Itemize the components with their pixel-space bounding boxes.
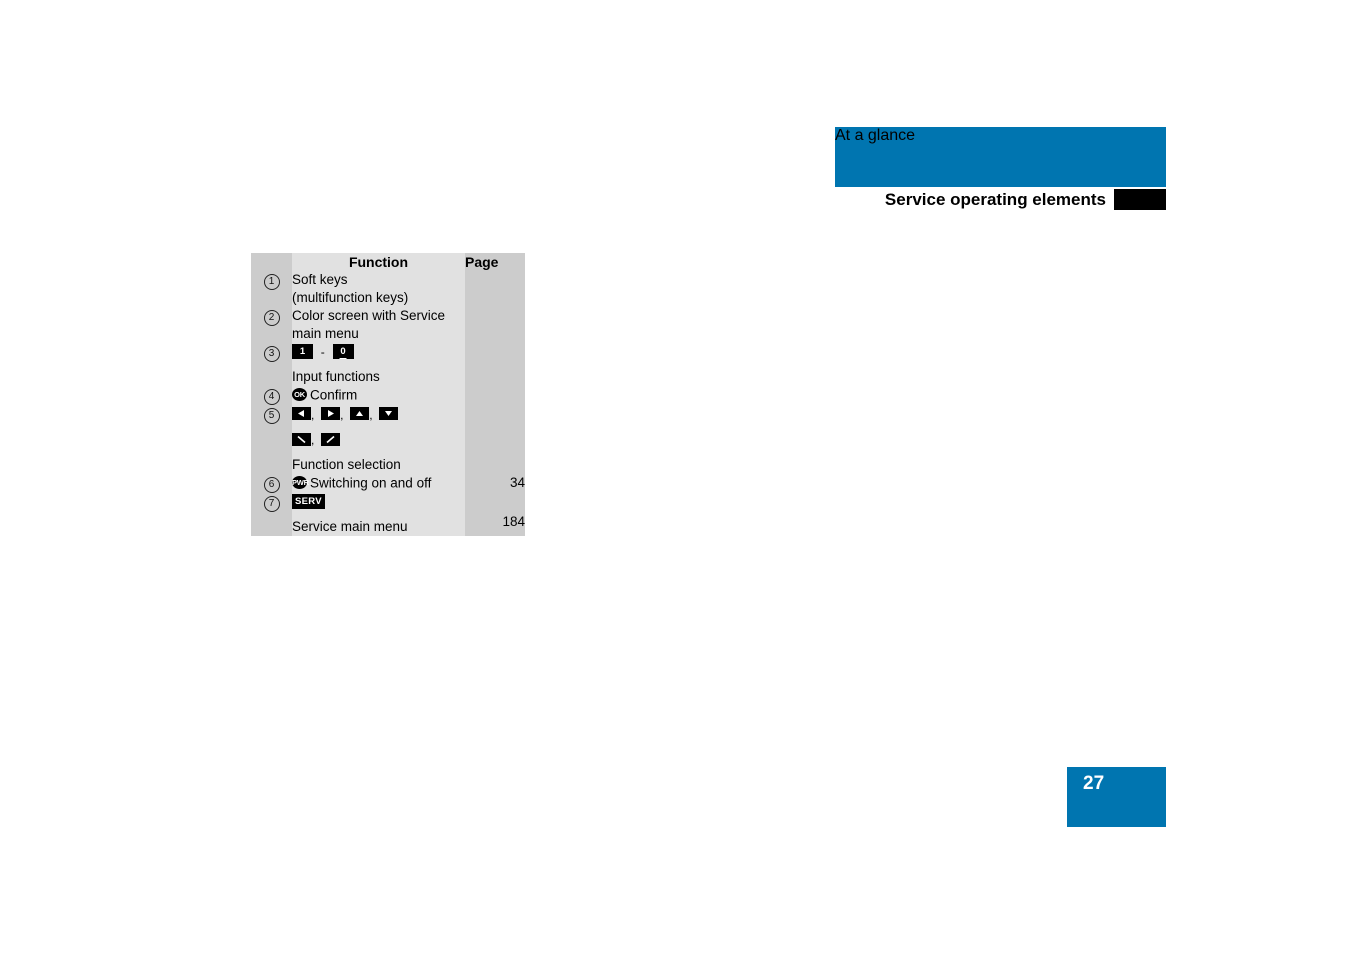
function-text-line: main menu: [292, 326, 359, 341]
circled-number-icon: 1: [263, 274, 280, 290]
function-text-line: Switching on and off: [310, 475, 432, 491]
circled-number-icon: 5: [263, 408, 280, 425]
circled-number-icon: 7: [263, 496, 280, 513]
row-index-cell: 5: [251, 405, 292, 475]
function-text-line: Color screen with Service: [292, 308, 446, 323]
key-1-icon: 1: [292, 343, 313, 359]
function-text-line: Function selection: [292, 457, 401, 473]
page-title: Service operating elements: [884, 190, 1106, 209]
circled-number-icon: 2: [263, 310, 280, 326]
circled-number-icon: 6: [263, 477, 280, 494]
row-page-cell: [465, 386, 525, 406]
row-index-cell: 4: [251, 386, 292, 406]
column-header-page: Page: [465, 253, 525, 271]
row-function-cell: Color screen with Service main menu: [292, 307, 465, 343]
header-banner: At a glance: [835, 127, 1166, 187]
header-subtitle-bar: Service operating elements: [835, 189, 1166, 211]
column-header-function: Function: [292, 253, 465, 271]
row-page-cell: [465, 307, 525, 343]
row-page-cell: [465, 405, 525, 475]
row-index-cell: 2: [251, 307, 292, 343]
function-text-line: (multifunction keys): [292, 290, 409, 305]
row-index-cell: 7: [251, 493, 292, 537]
arrow-separator: ,: [340, 407, 344, 422]
serv-badge-group: SERV: [292, 493, 465, 511]
page-number-box: 27: [1067, 767, 1166, 827]
page-reference: 184: [502, 514, 525, 530]
function-text-line: Confirm: [310, 387, 358, 403]
row-index-cell: 3: [251, 343, 292, 387]
table-row: 1 Soft keys (multifunction keys): [251, 271, 525, 307]
table-row: 4 OK Confirm: [251, 386, 525, 406]
table-row: 6 PWRSwitching on and off 34: [251, 474, 525, 494]
ok-button-icon: OK: [292, 388, 307, 402]
circled-number-icon: 4: [263, 389, 280, 406]
row-function-cell: OK Confirm: [292, 386, 465, 406]
function-text-line: Input functions: [292, 369, 380, 385]
row-function-cell: , , , , Function selection: [292, 405, 465, 475]
key-0-label: 0: [340, 345, 346, 357]
power-button-icon: PWR: [292, 476, 309, 490]
numeric-keys-group: 1 - 0: [292, 343, 465, 361]
header-banner-title: At a glance: [835, 127, 916, 144]
row-index-cell: 6: [251, 474, 292, 494]
row-page-cell: [465, 271, 525, 307]
table-row: 3 1 - 0 Input functions: [251, 343, 525, 387]
table-row: 7 SERV Service main menu 184: [251, 493, 525, 537]
service-operating-elements-table: Function Page 1 Soft keys (multifunction…: [251, 253, 525, 537]
row-page-cell: 184: [465, 493, 525, 537]
arrow-keys-group-primary: , , ,: [292, 405, 465, 423]
key-range-separator: -: [320, 345, 325, 360]
arrow-down-icon: [379, 407, 399, 421]
chapter-marker-block: [1114, 189, 1166, 210]
space-underscore-icon: [339, 357, 347, 359]
arrow-separator: ,: [311, 407, 315, 422]
row-function-cell: PWRSwitching on and off: [292, 474, 465, 494]
row-page-cell: [465, 343, 525, 387]
diagonal-down-right-icon: [292, 432, 311, 446]
function-text-line: Service main menu: [292, 519, 408, 535]
arrow-separator: ,: [311, 433, 315, 448]
table-header-row: Function Page: [251, 253, 525, 271]
row-function-cell: Soft keys (multifunction keys): [292, 271, 465, 307]
arrow-separator: ,: [369, 407, 373, 422]
arrow-up-icon: [350, 407, 370, 421]
diagonal-up-right-icon: [321, 432, 341, 446]
arrow-left-icon: [292, 407, 311, 421]
row-function-cell: SERV Service main menu: [292, 493, 465, 537]
serv-button-icon: SERV: [292, 494, 325, 510]
row-page-cell: 34: [465, 474, 525, 494]
arrow-keys-group-diagonal: ,: [292, 431, 465, 449]
row-function-cell: 1 - 0 Input functions: [292, 343, 465, 387]
function-text-line: Soft keys: [292, 272, 348, 287]
circled-number-icon: 3: [263, 346, 280, 362]
row-index-cell: 1: [251, 271, 292, 307]
table-row: 5 , , , , Function selection: [251, 405, 525, 475]
page-number: 27: [1083, 773, 1105, 794]
column-header-index: [251, 253, 292, 271]
table-row: 2 Color screen with Service main menu: [251, 307, 525, 343]
key-0-icon: 0: [332, 343, 354, 359]
arrow-right-icon: [321, 407, 341, 421]
